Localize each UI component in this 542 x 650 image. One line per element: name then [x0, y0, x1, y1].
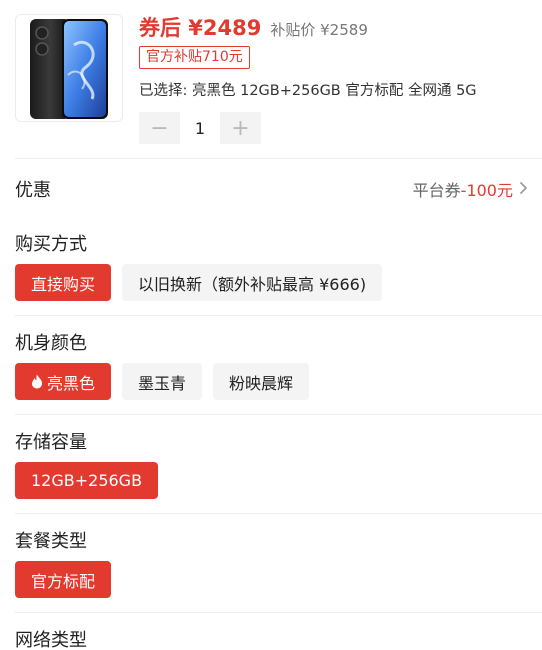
- increase-button[interactable]: +: [220, 112, 261, 144]
- purchase-method-title: 购买方式: [15, 234, 87, 255]
- divider: [15, 612, 542, 613]
- quantity-stepper: − 1 +: [139, 112, 261, 144]
- network-title: 网络类型: [15, 630, 87, 650]
- option-color-black[interactable]: 亮黑色: [15, 363, 112, 400]
- body-color-title: 机身颜色: [15, 333, 87, 354]
- bundle-title: 套餐类型: [15, 531, 87, 552]
- divider: [15, 513, 542, 514]
- discount-type: 平台券: [412, 181, 461, 200]
- storage-options: 12GB+256GB: [15, 462, 159, 499]
- chevron-right-icon: [519, 180, 528, 199]
- phone-image: [30, 19, 108, 119]
- discount-amount: -100元: [460, 181, 513, 200]
- option-direct-buy[interactable]: 直接购买: [15, 264, 112, 301]
- option-color-black-label: 亮黑色: [47, 373, 96, 393]
- option-color-pink[interactable]: 粉映晨辉: [213, 363, 310, 400]
- divider: [15, 414, 542, 415]
- bundle-options: 官方标配: [15, 561, 112, 598]
- storage-title: 存储容量: [15, 432, 87, 453]
- option-bundle-standard[interactable]: 官方标配: [15, 561, 112, 598]
- divider: [15, 158, 542, 159]
- decrease-button[interactable]: −: [139, 112, 180, 144]
- option-storage-12-256[interactable]: 12GB+256GB: [15, 462, 159, 499]
- subsidy-price: 补贴价 ¥2589: [270, 21, 368, 39]
- selected-spec: 已选择: 亮黑色 12GB+256GB 官方标配 全网通 5G: [139, 83, 477, 99]
- divider: [15, 315, 542, 316]
- product-summary: 券后 ¥2489 补贴价 ¥2589 官方补贴710元 已选择: 亮黑色 12G…: [15, 12, 535, 152]
- subsidy-badge: 官方补贴710元: [139, 46, 250, 69]
- option-trade-in[interactable]: 以旧换新（额外补贴最高 ¥666): [122, 264, 383, 301]
- option-color-jade[interactable]: 墨玉青: [122, 363, 203, 400]
- product-thumbnail[interactable]: [15, 14, 123, 122]
- discount-selector[interactable]: 平台券 -100元: [413, 177, 528, 201]
- quantity-value[interactable]: 1: [180, 119, 220, 138]
- discount-label: 优惠: [15, 180, 51, 201]
- flame-icon: [31, 374, 43, 389]
- coupon-price: 券后 ¥2489: [139, 16, 262, 40]
- price-row: 券后 ¥2489 补贴价 ¥2589: [139, 12, 368, 42]
- purchase-method-options: 直接购买 以旧换新（额外补贴最高 ¥666): [15, 264, 383, 301]
- body-color-options: 亮黑色 墨玉青 粉映晨辉: [15, 363, 310, 400]
